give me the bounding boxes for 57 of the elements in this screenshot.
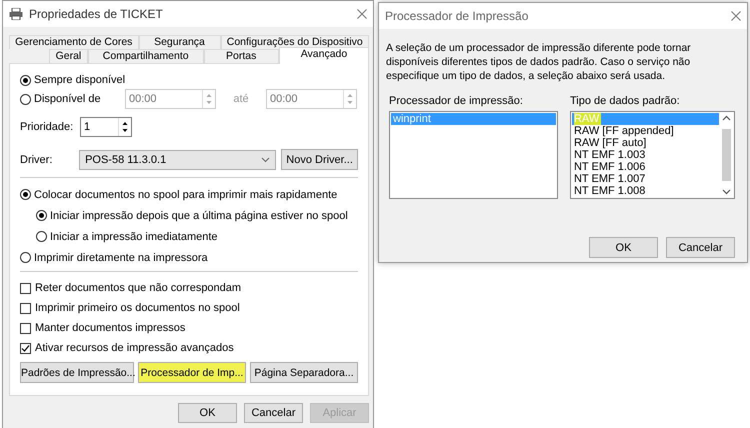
description-text: A seleção de um processador de impressão diferente pode tornar disponíveis diferentes tipos de dados padrão. Caso o serviço não especifique um tipo de dados, a seleção abaixo será usada. [386,41,692,83]
tab[interactable]: Portas [204,49,279,63]
dialog-button[interactable]: Cancelar [244,403,303,423]
tab[interactable]: Gerenciamento de Cores [9,35,138,49]
checkbox[interactable]: Reter documentos que não correspondam [20,282,242,294]
radio-button[interactable]: Iniciar a impressão imediatamente [36,230,218,242]
dialog-button[interactable]: Padrões de Impressão... [20,362,134,383]
checkmark-icon [21,344,30,352]
radio-button[interactable]: Sempre disponível [20,74,126,86]
list-label: Tipo de dados padrão: [570,95,681,107]
window-title: Propriedades de TICKET [29,7,164,21]
list-item[interactable]: NT EMF 1.008 [572,185,719,197]
driver-label: Driver: [20,154,54,166]
scrollbar[interactable] [719,113,733,197]
driver-dropdown[interactable]: POS-58 11.3.0.1 [79,150,276,170]
checkbox[interactable]: Imprimir primeiro os documentos no spool [20,302,240,314]
list-item[interactable]: NT EMF 1.006 [572,161,719,173]
radio-button[interactable]: Iniciar impressão depois que a última página estiver no spool [36,210,348,222]
chevron-down-icon [261,156,270,162]
radio-button[interactable]: Disponível de [20,93,125,105]
scrollbar-thumb[interactable] [722,129,730,181]
radio-circle[interactable] [36,231,47,242]
close-icon[interactable] [731,11,741,21]
tab[interactable]: Segurança [138,35,220,49]
list-item[interactable]: NT EMF 1.007 [572,173,719,185]
checkbox[interactable]: Ativar recursos de impressão avançados [20,342,234,354]
dialog-button[interactable]: Cancelar [666,237,735,258]
tab[interactable]: Configurações do Dispositivo [220,35,369,49]
tab[interactable]: Geral [49,49,88,63]
dialog-button[interactable]: OK [178,403,237,423]
new-driver-button[interactable]: Novo Driver... [281,149,358,170]
data-type-list[interactable]: RAW RAW [FF appended] RAW [FF auto] NT EMF 1.003 NT EMF 1.006 NT EMF 1.007 NT EMF 1.008 [570,111,735,199]
radio-button[interactable]: Colocar documentos no spool para imprimir mais rapidamente [20,188,338,200]
window-title: Processador de Impressão [385,9,530,23]
tab[interactable]: Compartilhamento [88,49,204,63]
priority-field[interactable]: 1 [80,117,132,137]
dialog-button[interactable]: OK [589,237,658,258]
checkbox[interactable]: Manter documentos impressos [20,322,186,334]
printer-icon [9,8,23,20]
radio-circle[interactable] [20,252,31,263]
list-item[interactable]: RAW [FF appended] [572,125,719,137]
list-item[interactable]: NT EMF 1.003 [572,149,719,161]
radio-circle[interactable] [20,94,31,104]
radio-button[interactable]: Imprimir diretamente na impressora [20,252,208,264]
until-label: até [232,93,250,105]
scroll-up-icon[interactable] [722,115,730,121]
radio-circle[interactable] [36,210,47,221]
list-item[interactable]: RAW [FF auto] [572,137,719,149]
priority-label: Prioridade: [20,121,74,133]
radio-circle[interactable] [20,74,31,86]
radio-circle[interactable] [20,189,31,200]
close-icon[interactable] [357,9,367,19]
scroll-down-icon[interactable] [722,189,730,195]
list-label: Processador de impressão: [389,95,524,107]
dialog-button[interactable]: Processador de Imp... [138,362,246,383]
dialog-button[interactable]: Página Separadora... [250,362,358,383]
tab[interactable]: Avançado [278,47,369,64]
